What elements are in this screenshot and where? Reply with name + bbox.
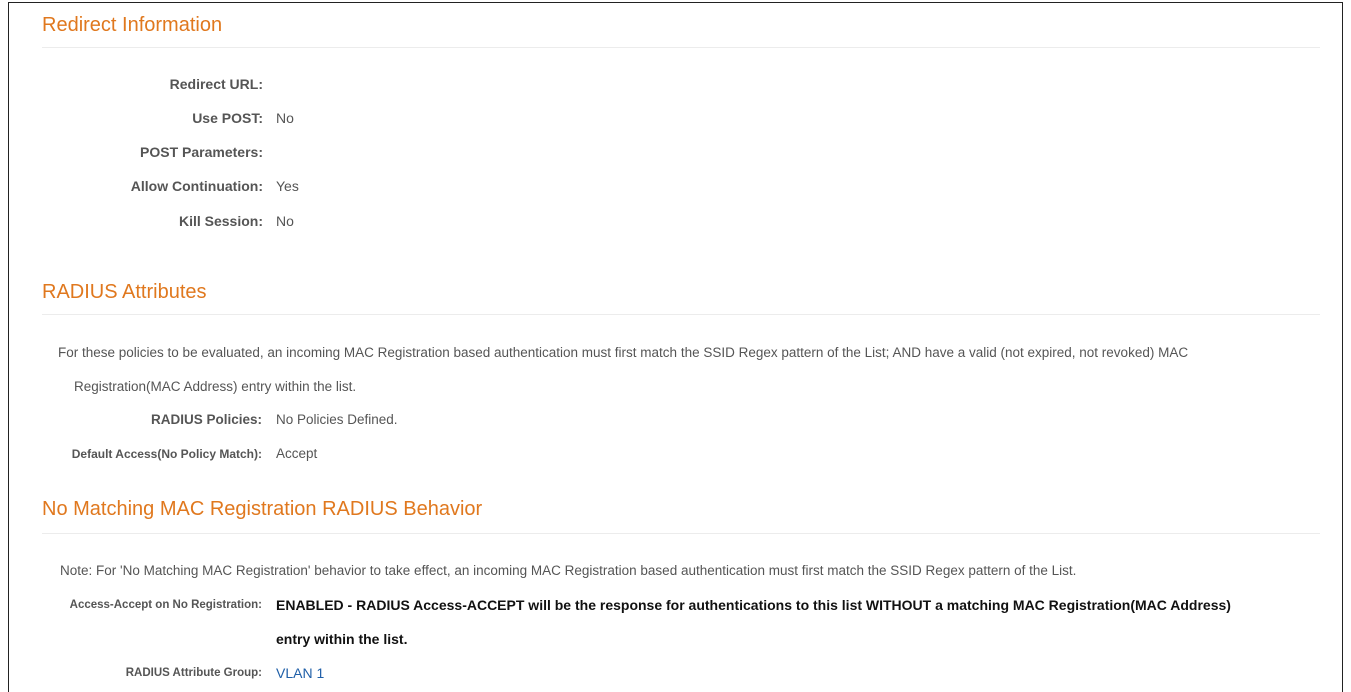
no-match-section-title: No Matching MAC Registration RADIUS Beha… (42, 498, 483, 520)
kill-session-value: No (276, 213, 294, 229)
radius-attribute-group-label: RADIUS Attribute Group: (125, 667, 262, 679)
default-access-value: Accept (276, 446, 318, 461)
access-accept-value-line1: ENABLED - RADIUS Access-ACCEPT will be t… (276, 597, 1231, 613)
no-match-divider (42, 533, 1320, 534)
radius-note-line1: For these policies to be evaluated, an i… (58, 345, 1189, 360)
access-accept-label: Access-Accept on No Registration: (69, 599, 262, 611)
redirect-url-label: Redirect URL: (169, 76, 263, 92)
use-post-value: No (276, 110, 294, 126)
vlan-link[interactable]: VLAN 1 (276, 665, 324, 681)
use-post-label: Use POST: (192, 110, 263, 126)
post-parameters-label: POST Parameters: (140, 144, 263, 160)
default-access-label: Default Access(No Policy Match): (71, 447, 262, 461)
no-match-note: Note: For 'No Matching MAC Registration'… (60, 563, 1077, 578)
access-accept-value-line2: entry within the list. (276, 631, 408, 647)
radius-section-title: RADIUS Attributes (42, 281, 207, 303)
allow-continuation-value: Yes (276, 178, 299, 194)
redirect-section-title: Redirect Information (42, 14, 223, 36)
radius-policies-label: RADIUS Policies: (150, 412, 262, 427)
redirect-divider (42, 47, 1320, 48)
allow-continuation-label: Allow Continuation: (130, 178, 263, 194)
radius-divider (42, 314, 1320, 315)
radius-note-line2: Registration(MAC Address) entry within t… (74, 379, 357, 394)
radius-policies-value: No Policies Defined. (276, 412, 398, 427)
kill-session-label: Kill Session: (178, 213, 263, 229)
